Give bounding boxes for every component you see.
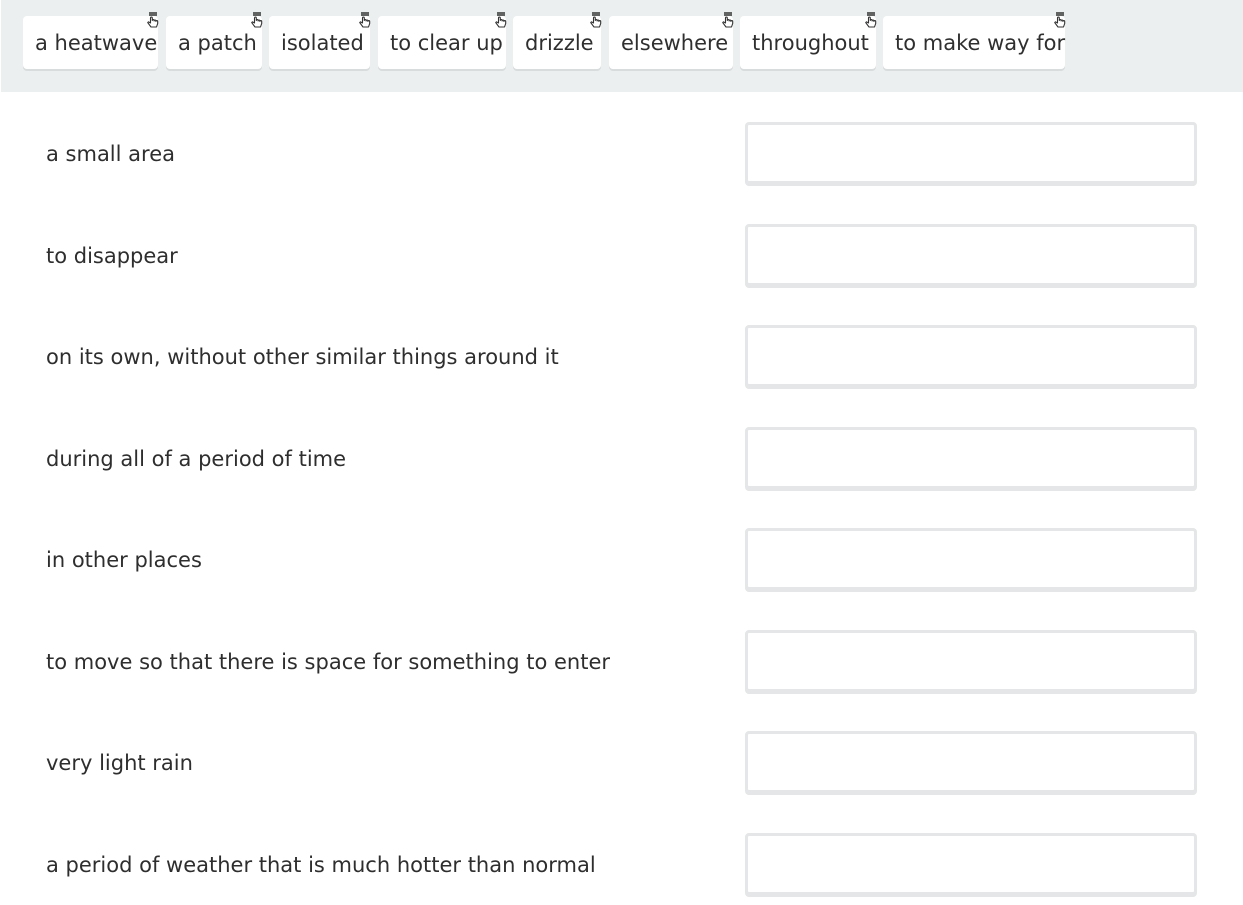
drag-handle-icon — [590, 12, 602, 28]
answer-drop-zone[interactable] — [745, 630, 1197, 692]
drag-handle-icon — [1054, 12, 1066, 28]
word-chip-throughout[interactable]: throughout — [740, 12, 877, 69]
match-row: very light rain — [0, 731, 1243, 795]
drag-handle-icon — [865, 12, 877, 28]
answer-drop-zone[interactable] — [745, 833, 1197, 895]
word-chip-label: a heatwave — [35, 31, 158, 55]
word-chip-label: a patch — [178, 31, 257, 55]
answer-drop-zone[interactable] — [745, 224, 1197, 286]
definition-text: to disappear — [46, 244, 178, 268]
answer-drop-zone[interactable] — [745, 325, 1197, 387]
match-row: a small area — [0, 122, 1243, 186]
match-row: to disappear — [0, 224, 1243, 288]
definition-text: on its own, without other similar things… — [46, 345, 559, 369]
word-chip-label: elsewhere — [621, 31, 729, 55]
word-chip-label: drizzle — [525, 31, 594, 55]
drag-handle-icon — [359, 12, 371, 28]
drag-handle-icon — [147, 12, 159, 28]
match-row: during all of a period of time — [0, 427, 1243, 491]
definition-text: during all of a period of time — [46, 447, 347, 471]
answer-drop-zone[interactable] — [745, 731, 1197, 793]
definition-text: to move so that there is space for somet… — [46, 650, 611, 674]
definition-text: very light rain — [46, 751, 193, 775]
word-chip-to-make-way-for[interactable]: to make way for — [883, 12, 1066, 69]
word-chip-drizzle[interactable]: drizzle — [513, 12, 602, 69]
drag-handle-icon — [495, 12, 507, 28]
definition-text: a small area — [46, 142, 175, 166]
word-chip-a-heatwave[interactable]: a heatwave — [23, 12, 159, 69]
match-row: to move so that there is space for somet… — [0, 630, 1243, 694]
answer-drop-zone[interactable] — [745, 122, 1197, 184]
definition-text: in other places — [46, 548, 202, 572]
definition-text: a period of weather that is much hotter … — [46, 853, 596, 877]
word-chip-elsewhere[interactable]: elsewhere — [609, 12, 734, 69]
word-chip-label: to make way for — [895, 31, 1066, 55]
word-bank: a heatwave a patch isolated to clear up … — [1, 0, 1243, 92]
drag-handle-icon — [722, 12, 734, 28]
answer-drop-zone[interactable] — [745, 427, 1197, 489]
word-chip-isolated[interactable]: isolated — [269, 12, 371, 69]
word-chip-label: to clear up — [390, 31, 503, 55]
match-row: in other places — [0, 528, 1243, 592]
match-row: on its own, without other similar things… — [0, 325, 1243, 389]
word-chip-a-patch[interactable]: a patch — [166, 12, 263, 69]
word-chip-label: throughout — [752, 31, 869, 55]
answer-drop-zone[interactable] — [745, 528, 1197, 590]
match-row: a period of weather that is much hotter … — [0, 833, 1243, 897]
word-chip-to-clear-up[interactable]: to clear up — [378, 12, 507, 69]
drag-handle-icon — [251, 12, 263, 28]
word-chip-label: isolated — [281, 31, 364, 55]
